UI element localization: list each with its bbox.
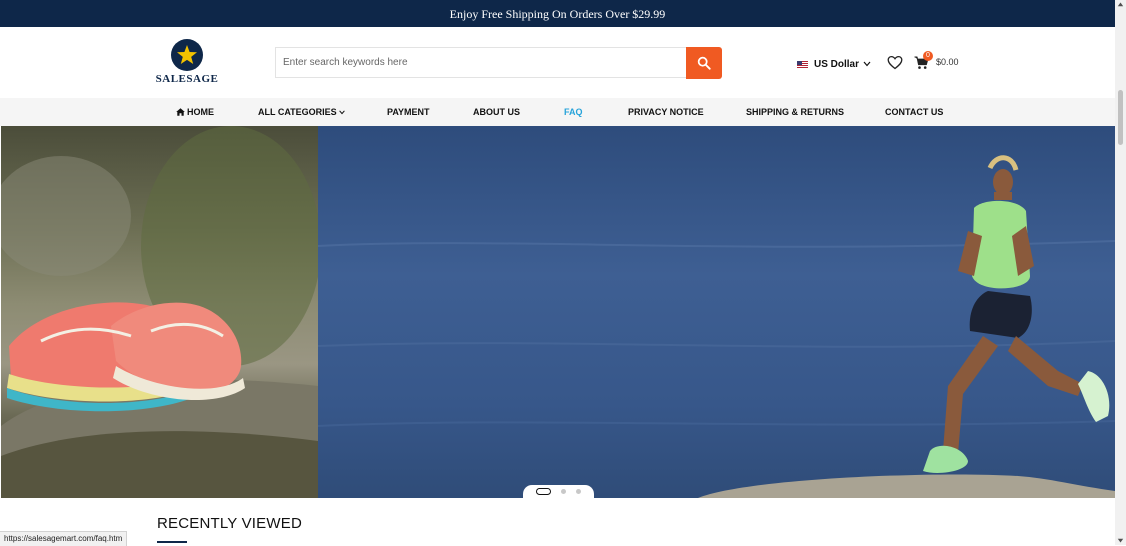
wishlist-button[interactable] [887, 55, 903, 70]
scroll-up-arrow-icon[interactable] [1117, 1, 1124, 8]
recently-viewed-underline [157, 541, 187, 543]
nav-about-us[interactable]: ABOUT US [473, 107, 520, 117]
logo-text: SALESAGE [155, 73, 219, 85]
recently-viewed-heading: RECENTLY VIEWED [157, 515, 302, 532]
chevron-down-icon [863, 61, 871, 67]
nav-contact-us-label: CONTACT US [885, 107, 944, 117]
page-scrollbar[interactable] [1115, 0, 1126, 545]
nav-payment-label: PAYMENT [387, 107, 430, 117]
nav-home[interactable]: HOME [176, 107, 214, 117]
hero-carousel[interactable] [1, 126, 1115, 498]
nav-all-categories-label: ALL CATEGORIES [258, 107, 337, 117]
currency-label: US Dollar [814, 58, 860, 70]
heart-icon [887, 55, 903, 70]
nav-shipping-returns[interactable]: SHIPPING & RETURNS [746, 107, 844, 117]
nav-faq-label: FAQ [564, 107, 583, 117]
hero-runner-image [318, 126, 1115, 498]
scroll-down-arrow-icon[interactable] [1117, 537, 1124, 544]
search-input[interactable] [275, 47, 686, 78]
nav-all-categories[interactable]: ALL CATEGORIES [258, 107, 345, 117]
cart-count-badge: 0 [923, 51, 933, 61]
us-flag-icon [797, 60, 808, 68]
hero-shoe-image [1, 126, 318, 498]
nav-home-label: HOME [187, 107, 214, 117]
cart-total: $0.00 [936, 57, 959, 67]
promo-banner-text: Enjoy Free Shipping On Orders Over $29.9… [449, 7, 666, 21]
home-icon [176, 108, 185, 116]
site-logo[interactable]: SALESAGE [154, 39, 220, 87]
nav-privacy-notice-label: PRIVACY NOTICE [628, 107, 704, 117]
site-header: SALESAGE US Dollar 0 $0 [0, 27, 1115, 98]
search-icon [697, 56, 711, 70]
promo-banner: Enjoy Free Shipping On Orders Over $29.9… [0, 0, 1115, 27]
chevron-down-icon [338, 109, 345, 114]
carousel-dots [523, 485, 594, 498]
status-bar-url: https://salesagemart.com/faq.htm [0, 531, 128, 546]
carousel-dot-2[interactable] [561, 489, 566, 494]
currency-selector[interactable]: US Dollar [797, 57, 871, 71]
star-icon [171, 39, 203, 71]
nav-payment[interactable]: PAYMENT [387, 107, 430, 117]
main-nav: HOME ALL CATEGORIES PAYMENT ABOUT US FAQ… [0, 98, 1115, 126]
carousel-dot-3[interactable] [576, 489, 581, 494]
scrollbar-thumb[interactable] [1118, 90, 1123, 145]
nav-faq[interactable]: FAQ [564, 107, 583, 117]
search-button[interactable] [686, 47, 722, 79]
cart-button[interactable]: 0 $0.00 [914, 51, 962, 72]
nav-shipping-returns-label: SHIPPING & RETURNS [746, 107, 845, 117]
nav-contact-us[interactable]: CONTACT US [885, 107, 943, 117]
nav-privacy-notice[interactable]: PRIVACY NOTICE [628, 107, 704, 117]
carousel-dot-1[interactable] [536, 488, 551, 495]
nav-about-us-label: ABOUT US [473, 107, 520, 117]
